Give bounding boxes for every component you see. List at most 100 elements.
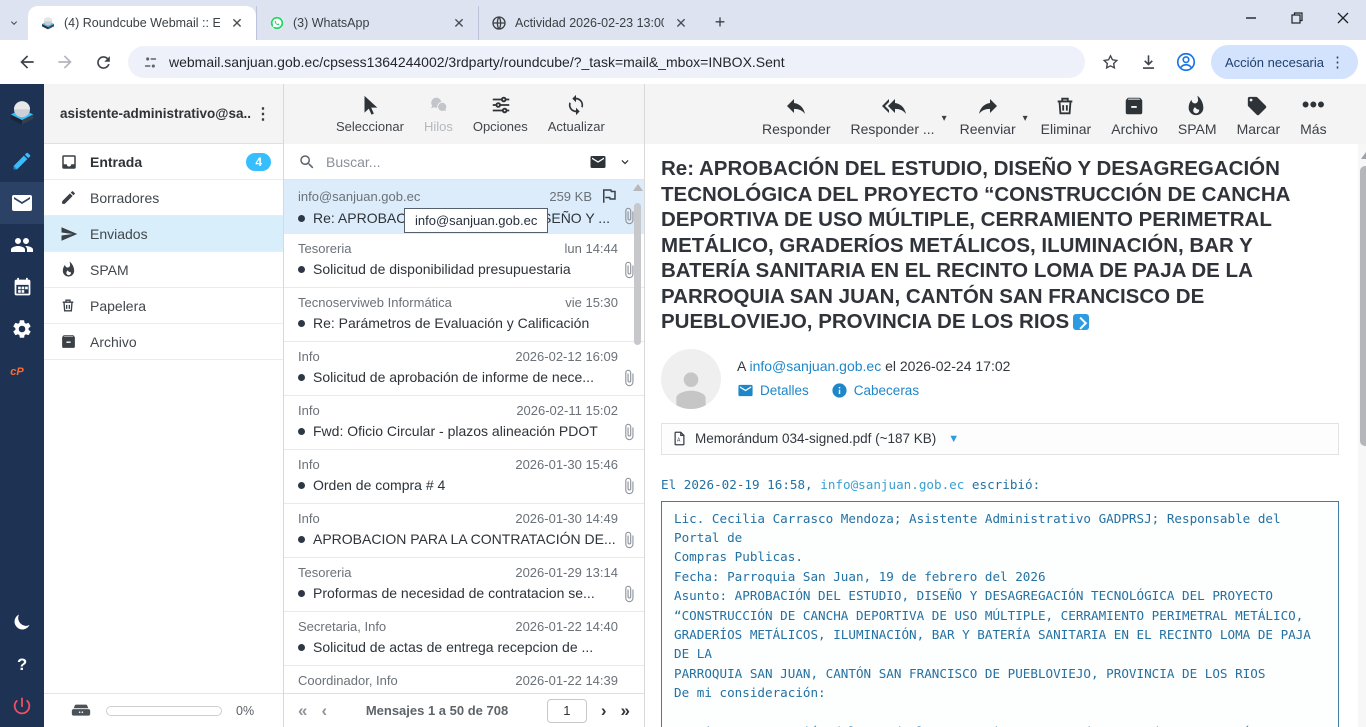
subject: Orden de compra # 4 xyxy=(313,477,618,493)
restore-button[interactable] xyxy=(1274,0,1320,36)
select-button[interactable]: Seleccionar xyxy=(328,92,412,136)
message-row[interactable]: Info2026-01-30 14:49 APROBACION PARA LA … xyxy=(284,504,644,558)
more-dots-icon: ••• xyxy=(1301,94,1325,118)
scrollbar-thumb[interactable] xyxy=(1360,166,1366,446)
url-text[interactable]: webmail.sanjuan.gob.ec/cpsess1364244002/… xyxy=(169,54,785,70)
forward-button[interactable]: Reenviar xyxy=(951,92,1025,139)
flag-icon[interactable] xyxy=(600,187,618,205)
folder-enviados[interactable]: Enviados xyxy=(44,216,283,252)
message-row[interactable]: Info2026-02-11 15:02 Fwd: Oficio Circula… xyxy=(284,396,644,450)
spam-button[interactable]: SPAM xyxy=(1169,92,1226,139)
folder-papelera[interactable]: Papelera xyxy=(44,288,283,324)
folder-label: SPAM xyxy=(90,262,129,278)
scope-envelope-icon[interactable] xyxy=(588,153,608,171)
close-window-button[interactable] xyxy=(1320,0,1366,36)
kebab-menu-icon[interactable]: ⋮ xyxy=(251,104,275,124)
close-icon[interactable]: ✕ xyxy=(450,14,468,32)
reply-button[interactable]: Responder xyxy=(753,92,840,139)
mail-nav-icon[interactable] xyxy=(0,182,44,224)
details-link[interactable]: Detalles xyxy=(737,382,809,399)
date: 2026-01-22 14:40 xyxy=(515,619,618,634)
chevron-down-icon[interactable] xyxy=(0,6,28,40)
message-row[interactable]: Info2026-01-30 15:46 Orden de compra # 4 xyxy=(284,450,644,504)
chevron-down-icon[interactable] xyxy=(618,155,632,169)
site-settings-icon[interactable] xyxy=(142,54,159,71)
help-icon[interactable]: ? xyxy=(0,643,44,685)
prev-page-icon[interactable]: ‹ xyxy=(321,701,327,721)
attachment-bar[interactable]: A Memorándum 034-signed.pdf (~187 KB) ▼ xyxy=(661,423,1339,455)
quoted-body: Lic. Cecilia Carrasco Mendoza; Asistente… xyxy=(661,501,1339,727)
mail-date: el 2026-02-24 17:02 xyxy=(885,358,1010,374)
cpanel-icon[interactable]: cP xyxy=(0,350,44,392)
archive-button[interactable]: Archivo xyxy=(1102,92,1167,139)
folder-archivo[interactable]: Archivo xyxy=(44,324,283,360)
close-icon[interactable]: ✕ xyxy=(228,14,246,32)
new-tab-button[interactable]: + xyxy=(706,8,734,36)
settings-gear-icon[interactable] xyxy=(0,308,44,350)
app-rail: cP ? xyxy=(0,84,44,727)
options-button[interactable]: Opciones xyxy=(465,92,536,136)
scrollbar-thumb[interactable] xyxy=(634,203,641,345)
threads-button[interactable]: Hilos xyxy=(416,92,461,136)
tab-whatsapp[interactable]: (3) WhatsApp ✕ xyxy=(256,6,478,40)
folder-borradores[interactable]: Borradores xyxy=(44,180,283,216)
unread-dot xyxy=(298,536,305,543)
search-bar[interactable]: Buscar... xyxy=(284,144,644,180)
minimize-button[interactable] xyxy=(1228,0,1274,36)
headers-link[interactable]: Cabeceras xyxy=(831,382,919,399)
quoted-address-link[interactable]: info@sanjuan.gob.ec xyxy=(820,477,964,492)
message-row[interactable]: Coordinador, Info2026-01-22 14:39 xyxy=(284,666,644,693)
quota-indicator: 0% xyxy=(44,693,283,727)
list-scrollbar[interactable] xyxy=(634,184,642,345)
tab-roundcube[interactable]: (4) Roundcube Webmail :: Envia ✕ xyxy=(28,6,256,40)
message-list-panel: Seleccionar Hilos Opciones Actualizar Bu… xyxy=(284,84,645,727)
downloads-icon[interactable] xyxy=(1131,45,1165,79)
reply-all-icon xyxy=(881,94,905,118)
compose-icon[interactable] xyxy=(0,140,44,182)
folder-spam[interactable]: SPAM xyxy=(44,252,283,288)
chevron-down-icon[interactable]: ▾ xyxy=(1023,113,1028,124)
logout-power-icon[interactable] xyxy=(0,685,44,727)
close-icon[interactable]: ✕ xyxy=(672,14,690,32)
message-row[interactable]: Tesorerialun 14:44 Solicitud de disponib… xyxy=(284,234,644,288)
chevron-down-icon[interactable]: ▾ xyxy=(942,113,947,124)
bookmark-star-icon[interactable] xyxy=(1093,45,1127,79)
url-bar[interactable]: webmail.sanjuan.gob.ec/cpsess1364244002/… xyxy=(128,46,1085,78)
mail-scrollbar[interactable] xyxy=(1358,144,1366,727)
delete-button[interactable]: Eliminar xyxy=(1032,92,1101,139)
calendar-icon[interactable] xyxy=(0,266,44,308)
action-needed-chip[interactable]: Acción necesaria ⋮ xyxy=(1211,45,1358,79)
message-row[interactable]: Secretaria, Info2026-01-22 14:40 Solicit… xyxy=(284,612,644,666)
contacts-icon[interactable] xyxy=(0,224,44,266)
scroll-up-icon[interactable] xyxy=(633,184,643,191)
message-row[interactable]: Tesoreria2026-01-29 13:14 Proformas de n… xyxy=(284,558,644,612)
message-row[interactable]: Tecnoserviweb Informáticavie 15:30 Re: P… xyxy=(284,288,644,342)
recipient-address-link[interactable]: info@sanjuan.gob.ec xyxy=(749,358,881,374)
page-number-input[interactable]: 1 xyxy=(547,699,587,723)
date: lun 14:44 xyxy=(565,241,619,256)
external-link-icon[interactable] xyxy=(1073,314,1089,330)
reply-all-button[interactable]: Responder ... xyxy=(842,92,944,139)
first-page-icon[interactable]: « xyxy=(298,701,307,721)
dark-mode-moon-icon[interactable] xyxy=(0,601,44,643)
reload-icon[interactable] xyxy=(86,45,120,79)
next-page-icon[interactable]: › xyxy=(601,701,607,721)
sender: Secretaria, Info xyxy=(298,619,507,634)
pencil-icon xyxy=(60,189,78,207)
profile-avatar-icon[interactable] xyxy=(1169,45,1203,79)
last-page-icon[interactable]: » xyxy=(621,701,630,721)
more-button[interactable]: ••• Más xyxy=(1291,92,1335,139)
attachment-name[interactable]: Memorándum 034-signed.pdf (~187 KB) xyxy=(695,431,936,446)
refresh-button[interactable]: Actualizar xyxy=(540,92,613,136)
forward-icon[interactable] xyxy=(48,45,82,79)
back-icon[interactable] xyxy=(10,45,44,79)
scroll-up-icon[interactable] xyxy=(1361,152,1366,159)
message-row[interactable]: Info2026-02-12 16:09 Solicitud de aproba… xyxy=(284,342,644,396)
kebab-menu-icon[interactable]: ⋮ xyxy=(1324,53,1352,71)
search-placeholder[interactable]: Buscar... xyxy=(326,154,578,170)
tab-actividad[interactable]: Actividad 2026-02-23 13:00:00 ✕ xyxy=(478,6,700,40)
chevron-down-icon[interactable]: ▼ xyxy=(948,433,959,445)
mark-button[interactable]: Marcar xyxy=(1228,92,1290,139)
roundcube-favicon xyxy=(40,15,56,31)
folder-entrada[interactable]: Entrada 4 xyxy=(44,144,283,180)
